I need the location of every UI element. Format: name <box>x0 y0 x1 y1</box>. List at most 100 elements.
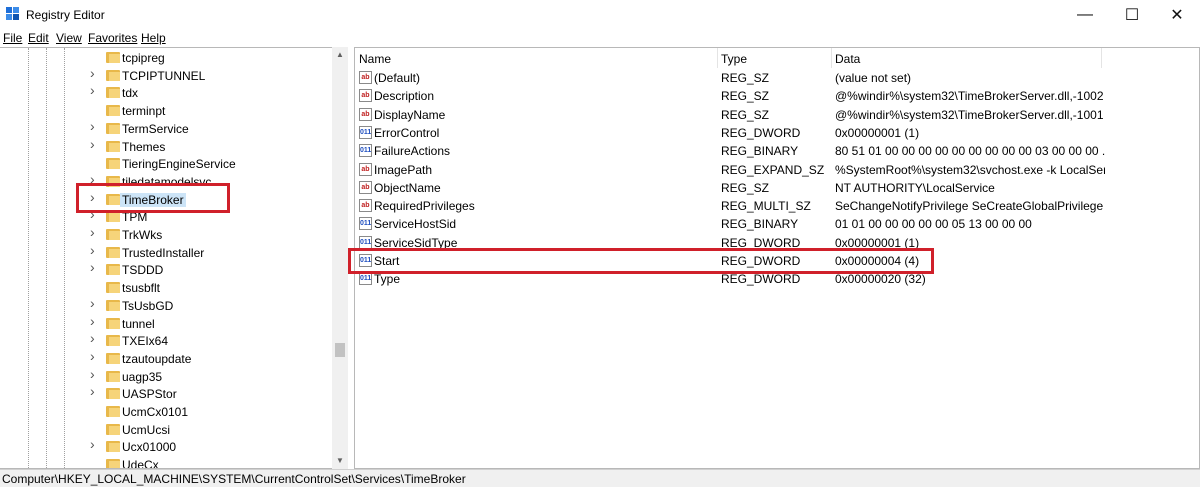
expand-arrow-icon[interactable]: › <box>90 66 100 80</box>
tree-guide-line <box>64 48 65 468</box>
column-divider[interactable] <box>717 48 718 68</box>
tree-item-label: tzautoupdate <box>122 351 192 366</box>
value-name: Type <box>374 272 401 287</box>
tree-item-label: UdeCx <box>122 458 159 469</box>
menu-edit[interactable]: Edit <box>28 31 49 45</box>
folder-icon <box>106 264 120 276</box>
close-button[interactable]: ✕ <box>1154 0 1200 30</box>
folder-icon <box>106 140 120 152</box>
binary-value-icon: 011 <box>359 144 372 158</box>
folder-icon <box>106 87 120 99</box>
value-data: 01 01 00 00 00 00 00 05 13 00 00 00 <box>835 217 1032 232</box>
value-row[interactable]: ab ObjectName REG_SZ NT AUTHORITY\LocalServ… <box>355 179 1115 197</box>
expand-arrow-icon[interactable]: › <box>90 331 100 345</box>
expand-arrow-icon[interactable]: › <box>90 437 100 451</box>
menu-view[interactable]: View <box>56 31 82 45</box>
string-value-icon: ab <box>359 107 372 121</box>
tree-item[interactable]: › TsUsbGD <box>90 296 330 315</box>
expand-arrow-icon[interactable]: › <box>90 225 100 239</box>
maximize-icon: ☐ <box>1124 7 1140 24</box>
tree-item[interactable]: › TXEIx64 <box>90 331 330 350</box>
menu-help[interactable]: Help <box>141 31 166 45</box>
expand-arrow-icon[interactable]: › <box>90 119 100 133</box>
tree-item[interactable]: UcmCx0101 <box>90 403 330 421</box>
tree-item[interactable]: › uagp35 <box>90 367 330 386</box>
expand-arrow-icon[interactable]: › <box>90 243 100 257</box>
value-row[interactable]: ab DisplayName REG_SZ @%windir%\system32\Ti… <box>355 106 1115 124</box>
folder-icon <box>106 406 120 417</box>
tree-item[interactable]: › tdx <box>90 83 330 102</box>
binary-value-icon: 011 <box>359 272 372 286</box>
scroll-down-arrow-icon[interactable]: ▼ <box>332 453 348 469</box>
expand-arrow-icon[interactable]: › <box>90 314 100 328</box>
binary-value-icon: 011 <box>359 235 372 249</box>
value-type: REG_BINARY <box>721 144 799 159</box>
tree-guide-line <box>46 48 47 468</box>
expand-arrow-icon[interactable]: › <box>90 83 100 97</box>
expand-arrow-icon[interactable]: › <box>90 367 100 381</box>
tree-item[interactable]: › TSDDD <box>90 260 330 279</box>
key-tree-pane[interactable]: tcpipreg › TCPIPTUNNEL › tdx terminpt › TermSer… <box>0 47 348 469</box>
value-row[interactable]: 011 ServiceHostSid REG_BINARY 01 01 00 00 0… <box>355 215 1115 233</box>
tree-item-label: TermService <box>122 121 189 136</box>
tree-item[interactable]: › tunnel <box>90 314 330 333</box>
status-bar: Computer\HKEY_LOCAL_MACHINE\SYSTEM\Curre… <box>0 469 1200 487</box>
expand-arrow-icon[interactable]: › <box>90 137 100 151</box>
column-header-type[interactable]: Type <box>721 52 747 66</box>
column-header-name[interactable]: Name <box>359 52 391 66</box>
value-row[interactable]: 011 ErrorControl REG_DWORD 0x00000001 (1) <box>355 124 1115 142</box>
tree-item-label: TSDDD <box>122 263 164 278</box>
value-type: REG_SZ <box>721 89 770 104</box>
tree-item[interactable]: UdeCx <box>90 456 330 469</box>
scroll-up-arrow-icon[interactable]: ▲ <box>332 47 348 63</box>
scrollbar-thumb[interactable] <box>335 343 345 357</box>
tree-item-label: UcmCx0101 <box>122 405 189 419</box>
value-data: 80 51 01 00 00 00 00 00 00 00 00 00 03 0… <box>835 144 1105 159</box>
minimize-icon: — <box>1077 6 1093 23</box>
column-header-data[interactable]: Data <box>835 52 860 66</box>
tree-item-label: Ucx01000 <box>122 440 177 455</box>
tree-item-label: tunnel <box>122 316 155 331</box>
expand-arrow-icon[interactable]: › <box>90 349 100 363</box>
value-row[interactable]: 011 FailureActions REG_BINARY 80 51 01 00 0… <box>355 142 1115 160</box>
tree-item[interactable]: tsusbflt <box>90 279 330 297</box>
value-type: REG_SZ <box>721 107 770 122</box>
registry-path: Computer\HKEY_LOCAL_MACHINE\SYSTEM\Curre… <box>2 472 466 486</box>
expand-arrow-icon[interactable]: › <box>90 384 100 398</box>
menu-file[interactable]: File <box>3 31 22 45</box>
tree-item[interactable]: › UASPStor <box>90 384 330 403</box>
tree-item[interactable]: › TrustedInstaller <box>90 243 330 262</box>
minimize-button[interactable]: — <box>1062 0 1108 30</box>
timebroker-highlight-box <box>76 183 230 213</box>
tree-item[interactable]: › TrkWks <box>90 225 330 244</box>
value-row[interactable]: ab RequiredPrivileges REG_MULTI_SZ SeChange… <box>355 197 1115 215</box>
tree-item[interactable]: UcmUcsi <box>90 421 330 439</box>
tree-item[interactable]: › TermService <box>90 119 330 138</box>
expand-arrow-icon[interactable]: › <box>90 296 100 310</box>
tree-item[interactable]: › TCPIPTUNNEL <box>90 66 330 85</box>
tree-scrollbar[interactable]: ▲ ▼ <box>332 47 348 469</box>
tree-item[interactable]: tcpipreg <box>90 49 330 67</box>
value-row[interactable]: ab ImagePath REG_EXPAND_SZ %SystemRoot%\sys… <box>355 161 1115 179</box>
expand-arrow-icon[interactable]: › <box>90 260 100 274</box>
menu-favorites[interactable]: Favorites <box>88 31 137 45</box>
value-data: NT AUTHORITY\LocalService <box>835 180 995 195</box>
column-divider[interactable] <box>1101 48 1102 68</box>
value-row[interactable]: ab (Default) REG_SZ (value not set) <box>355 69 1115 87</box>
value-row[interactable]: ab Description REG_SZ @%windir%\system32\Ti… <box>355 87 1115 105</box>
column-divider[interactable] <box>831 48 832 68</box>
tree-item[interactable]: TieringEngineService <box>90 155 330 173</box>
value-type: REG_SZ <box>721 71 770 85</box>
tree-item-label: TrkWks <box>122 228 163 242</box>
folder-icon <box>106 299 120 311</box>
tree-guide-line <box>28 48 29 468</box>
value-data: (value not set) <box>835 71 912 85</box>
tree-item[interactable]: › Ucx01000 <box>90 437 330 456</box>
tree-item[interactable]: › Themes <box>90 137 330 156</box>
tree-item-label: tcpipreg <box>122 51 165 65</box>
maximize-button[interactable]: ☐ <box>1109 0 1155 30</box>
tree-item-label: UASPStor <box>122 387 177 402</box>
tree-item-label: terminpt <box>122 104 166 119</box>
tree-item[interactable]: terminpt <box>90 102 330 120</box>
tree-item[interactable]: › tzautoupdate <box>90 349 330 368</box>
